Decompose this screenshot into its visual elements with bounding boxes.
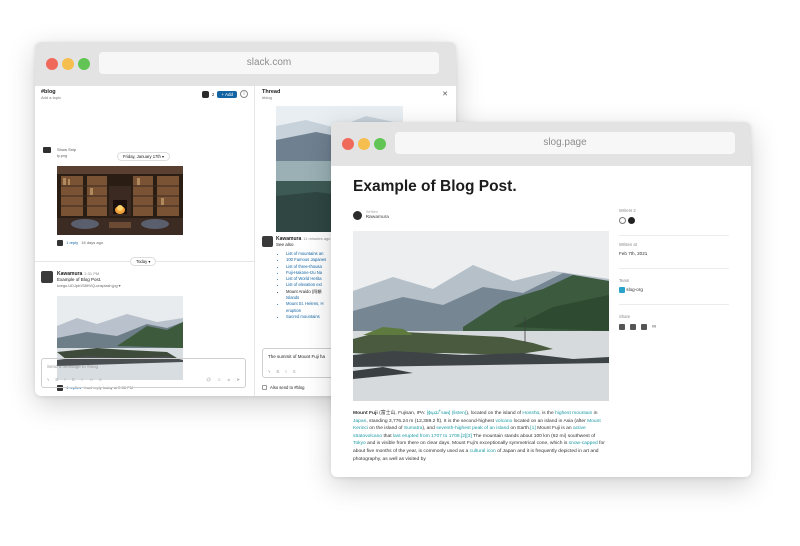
strike-icon[interactable]: S — [293, 369, 296, 374]
emoji-icon[interactable]: ☺ — [217, 377, 222, 384]
written-at-block: Written at Feb 7th, 2021 — [619, 242, 729, 256]
channel-header-actions: 2 + Add i — [201, 90, 248, 98]
team-icon — [619, 287, 625, 293]
writers-count: 2 — [633, 208, 636, 213]
minimize-dot[interactable] — [358, 138, 370, 150]
blog-titlebar: slog.page — [331, 122, 751, 166]
prev-avatar — [43, 147, 51, 153]
send-icon[interactable]: ➤ — [236, 377, 240, 384]
italic-icon[interactable]: I — [285, 369, 286, 374]
share-label: Share — [619, 314, 631, 319]
strike-icon[interactable]: S — [72, 377, 75, 384]
linkedin-icon[interactable] — [641, 324, 647, 330]
article-body: Mount Fuji (富士山, Fujisan, IPA: [ɸɯ̥ʑiꜜsa… — [353, 411, 605, 462]
share-block: Share ∞ — [619, 314, 729, 330]
minimize-dot[interactable] — [62, 58, 74, 70]
copy-link-icon[interactable]: ∞ — [652, 324, 656, 330]
team-label: Team — [619, 278, 630, 283]
bold-icon[interactable]: B — [276, 369, 279, 374]
team-name[interactable]: slog-org — [626, 287, 643, 292]
list-item[interactable]: List of three-thousa — [286, 264, 326, 270]
also-send-option[interactable]: Also send to #blog — [262, 385, 304, 390]
member-count[interactable]: 2 — [212, 92, 215, 97]
close-dot[interactable] — [342, 138, 354, 150]
list-item[interactable]: 100 Famous Japanes — [286, 257, 326, 263]
writer-avatar[interactable] — [628, 217, 635, 224]
zoom-dot[interactable] — [374, 138, 386, 150]
written-at-value: Feb 7th, 2021 — [619, 251, 648, 256]
page-title: Example of Blog Post. — [353, 178, 517, 195]
code-icon[interactable]: ‹› — [81, 377, 84, 384]
composer-toolbar: ϟ B I S ‹› ∞ ≡ @ ☺ ⌀ ➤ — [47, 377, 240, 384]
list-item[interactable]: Mount St. Helens, H — [286, 301, 326, 307]
composer-placeholder[interactable]: Send a message to #blog — [47, 364, 98, 369]
blog-url-bar[interactable]: slog.page — [395, 132, 735, 154]
divider — [619, 304, 729, 305]
divider — [619, 268, 729, 269]
prev-file-name[interactable]: ty.png — [57, 153, 76, 159]
reply-summary-1[interactable]: 1 reply 16 days ago — [57, 240, 103, 246]
info-icon[interactable]: i — [240, 90, 248, 98]
message-time[interactable]: 2:31 PM — [84, 271, 99, 276]
thread-channel[interactable]: #blog — [262, 95, 450, 100]
slack-titlebar: slack.com — [35, 42, 456, 86]
see-also-list: List of mountains an 100 Famous Japanes … — [280, 251, 326, 320]
channel-header: #blog Add a topic 2 + Add i — [35, 86, 254, 104]
also-send-checkbox[interactable] — [262, 385, 267, 390]
reply-avatar — [57, 240, 63, 246]
slack-url-bar[interactable]: slack.com — [99, 52, 439, 74]
thread-reply-avatar[interactable] — [262, 236, 273, 247]
day-divider-jan17[interactable]: Friday, January 17th ▾ — [117, 152, 171, 161]
list-item[interactable]: Sacred mountains — [286, 314, 326, 320]
divider — [619, 235, 729, 236]
close-dot[interactable] — [46, 58, 58, 70]
attach-icon[interactable]: ⌀ — [228, 377, 231, 384]
close-thread-icon[interactable]: ✕ — [442, 90, 448, 98]
thread-header: Thread #blog ✕ — [256, 86, 456, 104]
blog-window: slog.page Example of Blog Post. Written … — [331, 122, 751, 477]
zoom-dot[interactable] — [78, 58, 90, 70]
channel-pane: #blog Add a topic 2 + Add i Show Snip ty… — [35, 86, 255, 396]
author-name[interactable]: Kawamura — [366, 215, 389, 220]
thread-composer-text[interactable]: The summit of Mount Fuji ha — [268, 354, 325, 359]
library-image[interactable] — [57, 166, 183, 235]
author-avatar[interactable] — [353, 211, 362, 220]
team-block: Team slog-org — [619, 278, 729, 293]
message-file-name[interactable]: kvegu-UDJpb1S8HVQ-unsplash.jpg ▾ — [57, 283, 121, 289]
twitter-icon[interactable] — [619, 324, 625, 330]
message-composer[interactable]: Send a message to #blog ϟ B I S ‹› ∞ ≡ @… — [41, 358, 246, 388]
blog-article: Example of Blog Post. Written by Kawamur… — [353, 178, 609, 462]
bolt-icon[interactable]: ϟ — [47, 377, 49, 384]
kawamura-avatar[interactable] — [41, 271, 53, 283]
written-at-label: Written at — [619, 242, 637, 247]
link-icon[interactable]: ∞ — [90, 377, 93, 384]
add-button[interactable]: + Add — [217, 90, 237, 98]
member-avatar[interactable] — [201, 90, 209, 98]
list-icon[interactable]: ≡ — [99, 377, 102, 384]
writers-label: Writers — [619, 208, 633, 213]
facebook-icon[interactable] — [630, 324, 636, 330]
bold-icon[interactable]: B — [55, 377, 58, 384]
list-item[interactable]: List of elevation ext — [286, 282, 326, 288]
day-divider-today[interactable]: Today ▾ — [130, 257, 157, 266]
bolt-icon[interactable]: ϟ — [268, 369, 270, 374]
hero-image — [353, 231, 609, 401]
mention-icon[interactable]: @ — [206, 377, 211, 384]
writers-block: Writers 2 — [619, 208, 729, 225]
writer-avatar[interactable] — [619, 217, 626, 224]
italic-icon[interactable]: I — [64, 377, 65, 384]
